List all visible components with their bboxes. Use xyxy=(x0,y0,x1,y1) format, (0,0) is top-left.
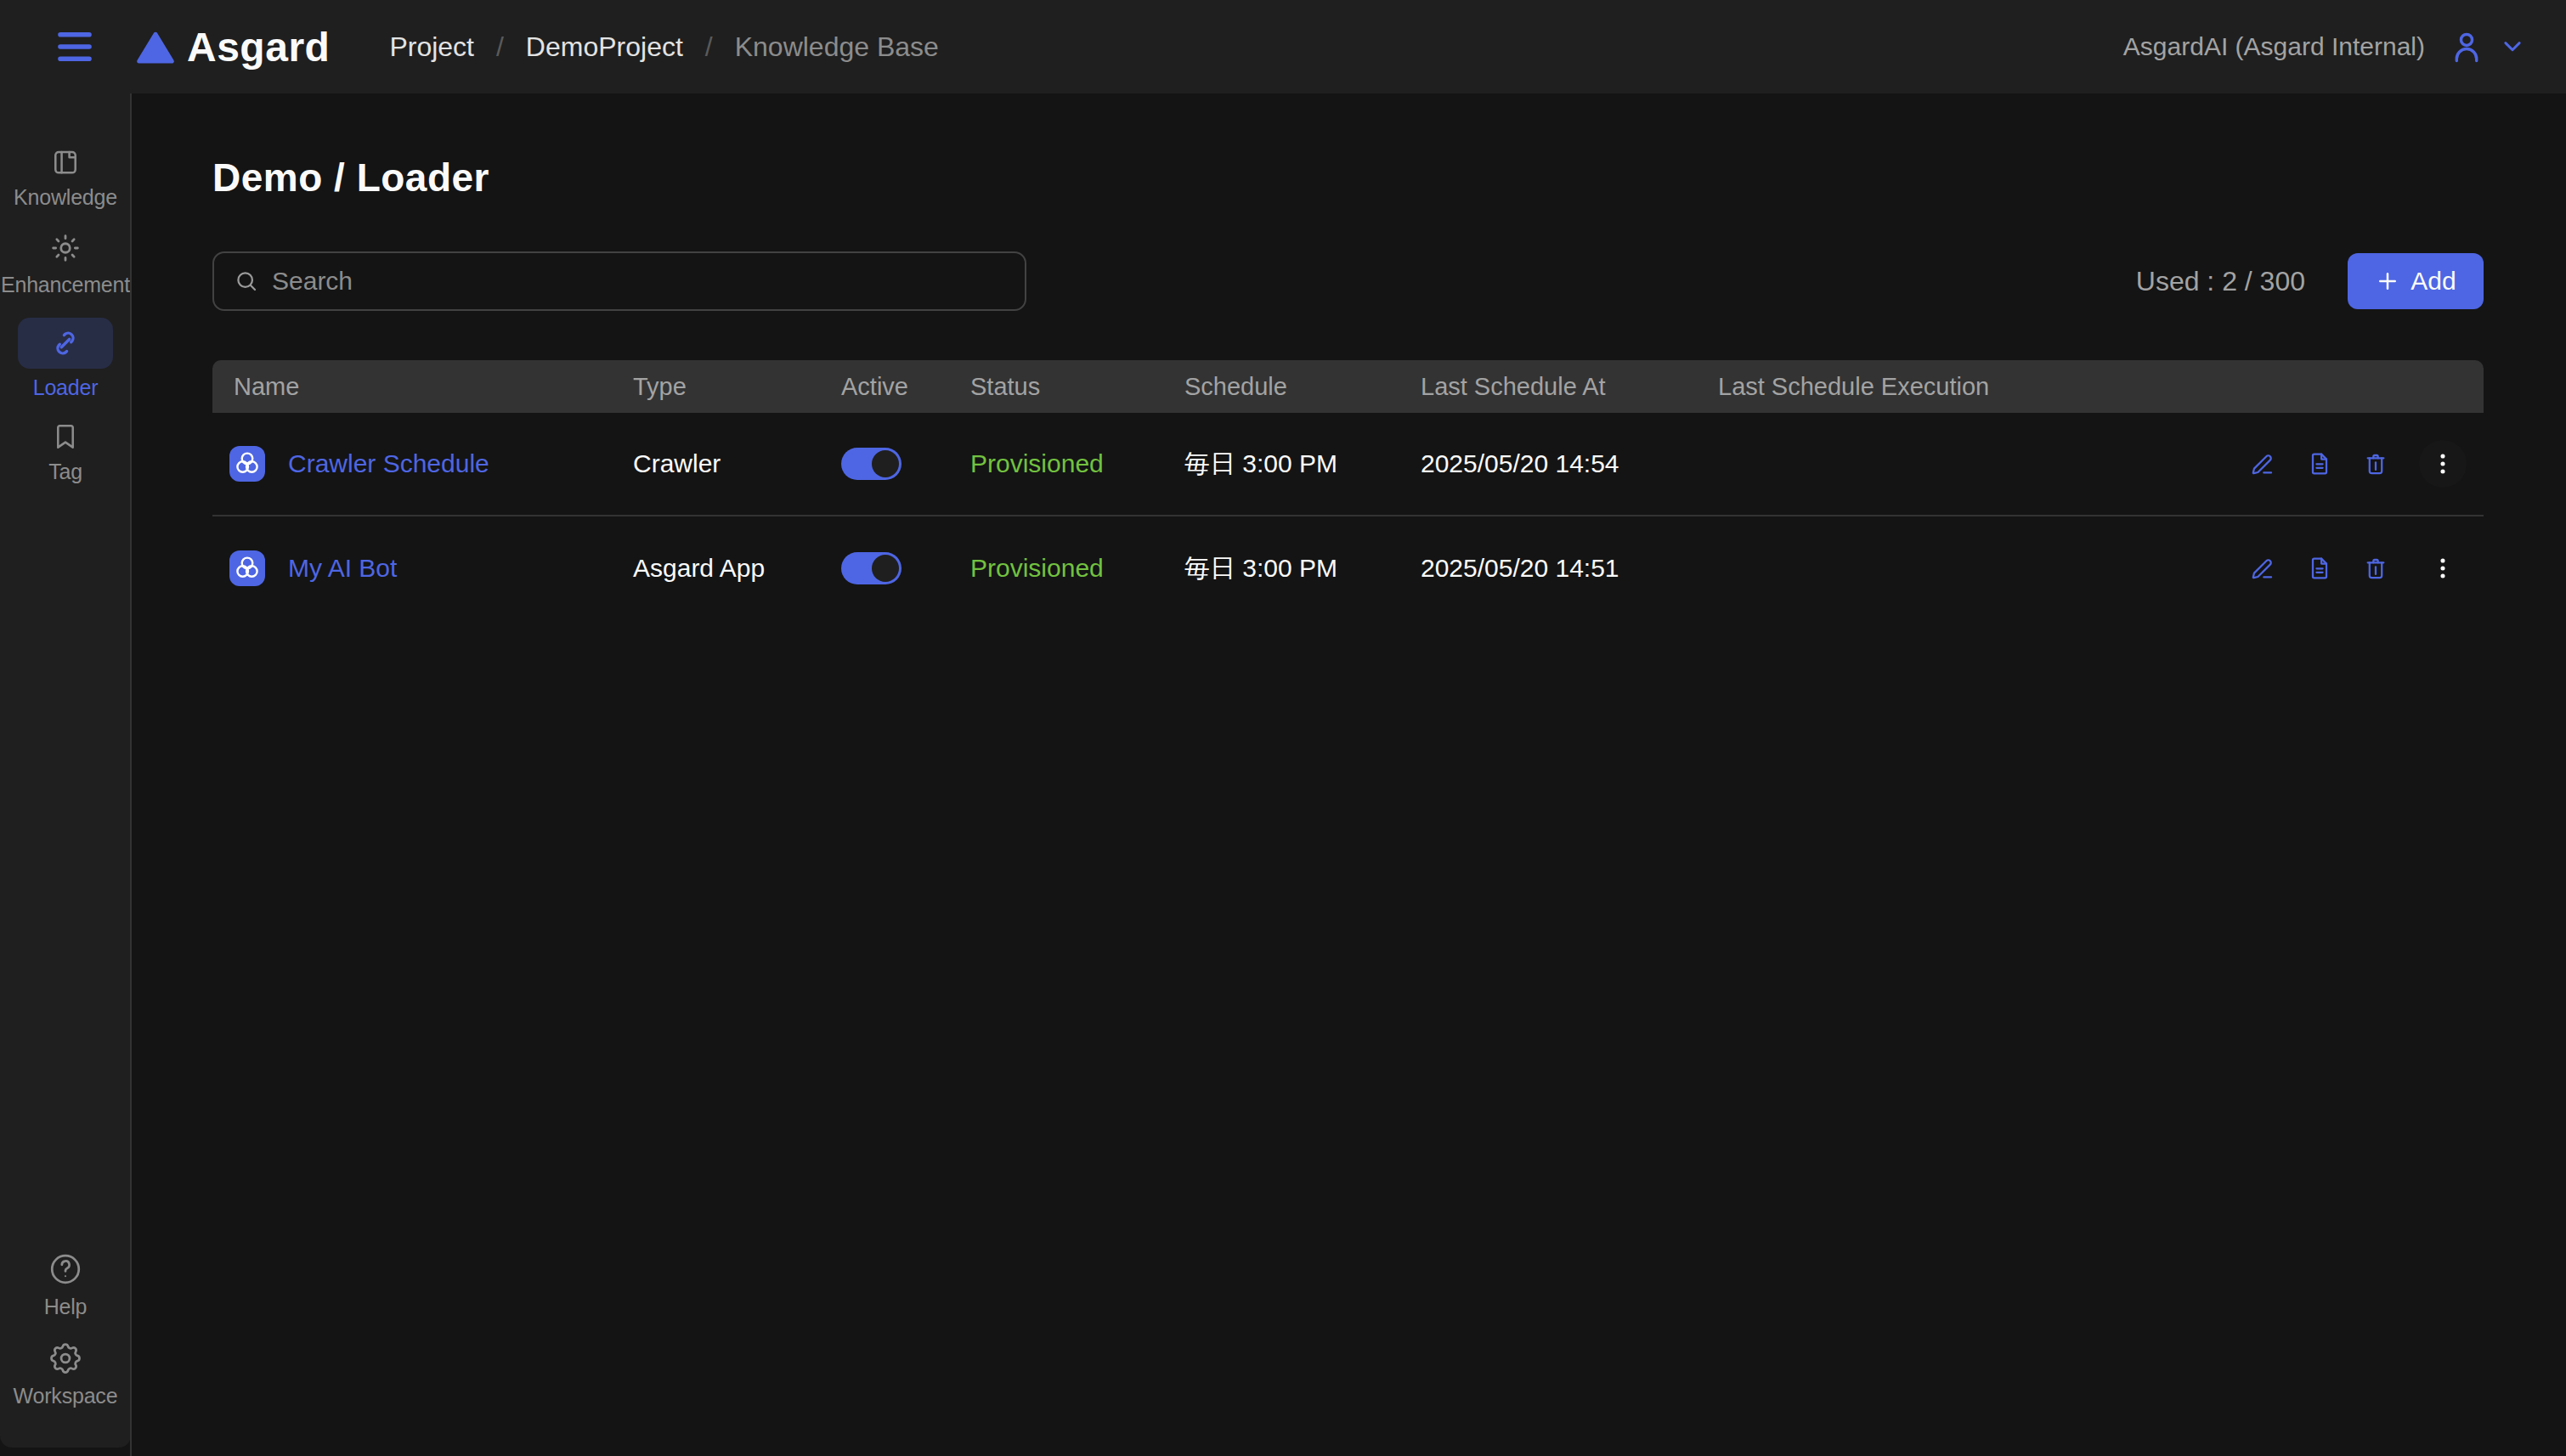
column-header-name: Name xyxy=(212,373,633,401)
add-button[interactable]: Add xyxy=(2348,253,2484,309)
sidebar-item-label: Knowledge xyxy=(14,185,117,210)
sidebar-item-label: Tag xyxy=(48,460,82,484)
loader-type-icon xyxy=(229,550,265,586)
sidebar-item-tag[interactable]: Tag xyxy=(0,420,131,484)
row-name-link[interactable]: My AI Bot xyxy=(288,554,397,583)
kebab-menu-icon[interactable] xyxy=(2419,545,2467,592)
row-name-link[interactable]: Crawler Schedule xyxy=(288,449,489,478)
breadcrumb-project[interactable]: Project xyxy=(389,31,474,63)
logo-text: Asgard xyxy=(187,24,330,71)
sidebar-item-label: Enhancement xyxy=(1,273,130,297)
app-header: Asgard Project / DemoProject / Knowledge… xyxy=(0,0,2566,93)
gear-icon xyxy=(47,1340,84,1377)
add-button-label: Add xyxy=(2411,267,2456,296)
table-header: Name Type Active Status Schedule Last Sc… xyxy=(212,360,2484,413)
sidebar-item-loader[interactable]: Loader xyxy=(0,318,131,400)
table-row: Crawler Schedule Crawler Provisioned 毎日 … xyxy=(212,413,2484,516)
sidebar-item-help[interactable]: Help xyxy=(0,1250,131,1319)
sidebar-item-knowledge[interactable]: Knowledge xyxy=(0,146,131,210)
sidebar-item-label: Help xyxy=(44,1295,88,1319)
logo-triangle-icon xyxy=(136,27,175,66)
column-header-status: Status xyxy=(970,373,1184,401)
delete-icon[interactable] xyxy=(2362,555,2389,582)
search-input[interactable] xyxy=(272,267,952,296)
usage-counter: Used : 2 / 300 xyxy=(2136,266,2305,297)
sidebar-item-label: Workspace xyxy=(14,1384,118,1408)
kebab-menu-icon[interactable] xyxy=(2419,440,2467,488)
sidebar-item-label: Loader xyxy=(33,375,99,400)
loader-type-icon xyxy=(229,446,265,482)
edit-icon[interactable] xyxy=(2249,450,2276,477)
sidebar-item-enhancement[interactable]: Enhancement xyxy=(0,230,131,297)
row-last-schedule-at: 2025/05/20 14:51 xyxy=(1421,554,1718,583)
chevron-down-icon[interactable] xyxy=(2500,34,2525,59)
row-last-schedule-at: 2025/05/20 14:54 xyxy=(1421,449,1718,478)
sidebar: Knowledge Enhancement Loader Tag Help Wo… xyxy=(0,93,131,1448)
row-schedule: 毎日 3:00 PM xyxy=(1184,551,1421,586)
search-box[interactable] xyxy=(212,251,1026,311)
status-badge: Provisioned xyxy=(970,554,1104,582)
book-icon xyxy=(49,146,82,178)
breadcrumb-separator: / xyxy=(705,31,713,63)
status-badge: Provisioned xyxy=(970,449,1104,477)
menu-icon[interactable] xyxy=(54,26,95,67)
column-header-active: Active xyxy=(841,373,970,401)
bookmark-icon xyxy=(49,420,82,453)
column-header-schedule: Schedule xyxy=(1184,373,1421,401)
app-logo[interactable]: Asgard xyxy=(136,24,330,71)
row-schedule: 毎日 3:00 PM xyxy=(1184,447,1421,482)
column-header-last-schedule-execution: Last Schedule Execution xyxy=(1718,373,2229,401)
row-type: Asgard App xyxy=(633,554,841,583)
breadcrumb-demo-project[interactable]: DemoProject xyxy=(526,31,683,63)
account-name: AsgardAI (Asgard Internal) xyxy=(2123,32,2425,61)
document-icon[interactable] xyxy=(2306,555,2333,582)
link-icon xyxy=(49,327,82,359)
breadcrumb-current: Knowledge Base xyxy=(735,31,939,63)
delete-icon[interactable] xyxy=(2362,450,2389,477)
active-toggle[interactable] xyxy=(841,448,901,480)
sidebar-divider xyxy=(130,93,132,1456)
loader-table: Name Type Active Status Schedule Last Sc… xyxy=(212,360,2484,620)
table-row: My AI Bot Asgard App Provisioned 毎日 3:00… xyxy=(212,516,2484,620)
row-type: Crawler xyxy=(633,449,841,478)
column-header-type: Type xyxy=(633,373,841,401)
breadcrumb-separator: / xyxy=(496,31,504,63)
active-toggle[interactable] xyxy=(841,552,901,584)
user-icon[interactable] xyxy=(2447,27,2486,66)
edit-icon[interactable] xyxy=(2249,555,2276,582)
search-icon xyxy=(233,268,260,295)
plus-icon xyxy=(2375,268,2400,294)
column-header-last-schedule-at: Last Schedule At xyxy=(1421,373,1718,401)
help-circle-icon xyxy=(47,1250,84,1288)
sun-icon xyxy=(48,230,83,266)
breadcrumb: Project / DemoProject / Knowledge Base xyxy=(389,31,939,63)
page-title: Demo / Loader xyxy=(212,155,2484,200)
document-icon[interactable] xyxy=(2306,450,2333,477)
sidebar-item-workspace[interactable]: Workspace xyxy=(0,1340,131,1408)
